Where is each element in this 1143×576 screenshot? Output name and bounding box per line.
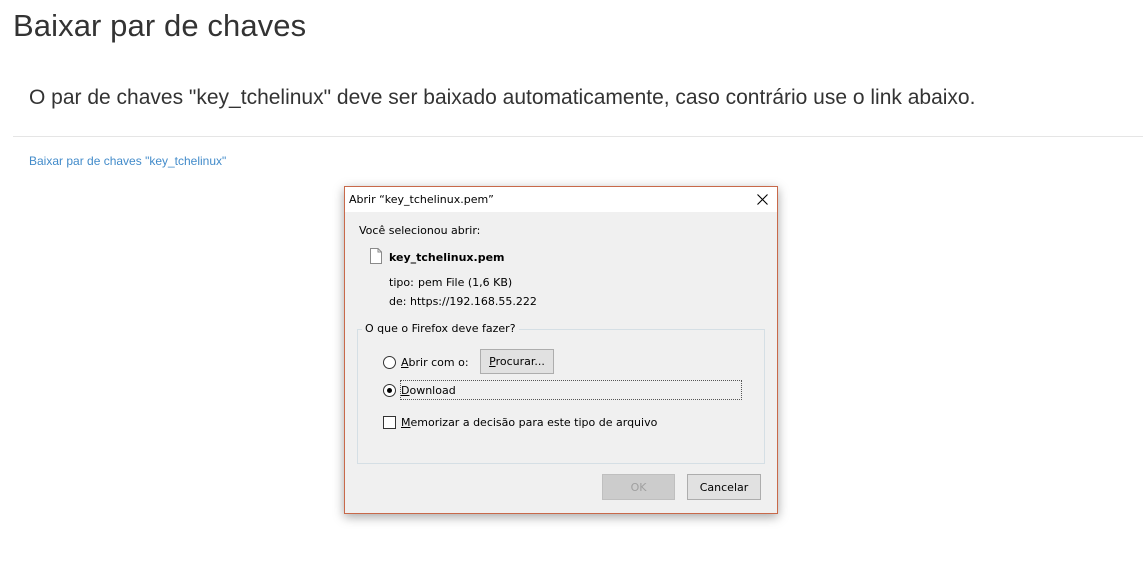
lead-text: O par de chaves "key_tchelinux" deve ser…	[29, 86, 976, 109]
dialog-titlebar: Abrir “key_tchelinux.pem”	[345, 187, 777, 212]
close-button[interactable]	[747, 187, 777, 212]
file-icon	[370, 248, 382, 264]
browse-button-label: Procurar...	[489, 355, 545, 368]
from-value: https://192.168.55.222	[410, 295, 537, 308]
from-label: de:	[389, 295, 407, 308]
browse-button[interactable]: Procurar...	[480, 349, 554, 374]
ok-button[interactable]: OK	[602, 474, 675, 500]
page: Baixar par de chaves O par de chaves "ke…	[0, 0, 1143, 576]
type-label: tipo:	[389, 276, 414, 289]
download-keypair-link[interactable]: Baixar par de chaves "key_tchelinux"	[29, 154, 226, 168]
divider	[13, 136, 1143, 137]
file-name: key_tchelinux.pem	[389, 251, 505, 264]
cancel-button[interactable]: Cancelar	[687, 474, 761, 500]
page-title: Baixar par de chaves	[13, 8, 307, 43]
open-with-label[interactable]: Abrir com o:	[401, 356, 469, 369]
open-with-radio[interactable]	[383, 356, 396, 369]
selected-label: Você selecionou abrir:	[359, 224, 481, 237]
close-icon	[756, 194, 768, 205]
dialog-title: Abrir “key_tchelinux.pem”	[349, 193, 494, 206]
remember-checkbox[interactable]	[383, 416, 396, 429]
type-value: pem File (1,6 KB)	[418, 276, 513, 289]
open-file-dialog: Abrir “key_tchelinux.pem” Você seleciono…	[344, 186, 778, 514]
remember-label[interactable]: Memorizar a decisão para este tipo de ar…	[401, 416, 657, 429]
action-group-label: O que o Firefox deve fazer?	[362, 322, 519, 335]
download-label[interactable]: Download	[401, 384, 456, 397]
download-radio[interactable]	[383, 384, 396, 397]
